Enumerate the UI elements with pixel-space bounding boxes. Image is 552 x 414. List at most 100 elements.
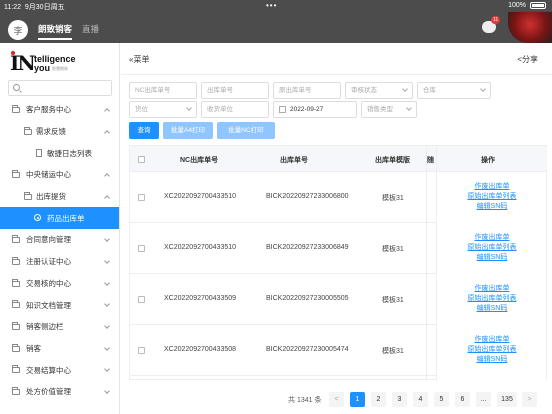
page-ellipsis[interactable]: ... [476, 392, 491, 407]
outbound-table: NC出库单号 出库单号 出库单模版 随 XC2022092700433510 B… [129, 145, 547, 381]
sidebar-item-knowledge-docs[interactable]: 知识文档管理 [0, 294, 119, 316]
original-outbound-list-link[interactable]: 原始出库单列表 [437, 294, 547, 304]
warehouse-select[interactable]: 仓库 [417, 82, 491, 99]
sidebar-item-demand-feedback[interactable]: 需求反馈 [0, 121, 119, 143]
batch-a4-print-button[interactable]: 批量A4打印 [163, 122, 213, 139]
sale-type-label: 销售类型 [367, 106, 393, 113]
chevron-down-icon [104, 366, 110, 373]
edit-sn-link[interactable]: 编辑SN码 [437, 253, 547, 263]
battery-percent: 100% [508, 2, 526, 9]
cell-nc-no: XC2022092700433510 [164, 244, 237, 251]
cell-outbound-no: BICK20220927230005474 [266, 346, 349, 353]
sidebar-item-central-storage[interactable]: 中央储运中心 [0, 164, 119, 186]
header-nc-no: NC出库单号 [180, 157, 219, 164]
status-dots: ••• [266, 1, 278, 10]
audit-status-select[interactable]: 审核状态 [345, 82, 413, 99]
chevron-up-icon [104, 129, 110, 136]
sidebar-item-drug-outbound[interactable]: 药品出库单 [0, 207, 119, 230]
date-value: 2022-09-27 [290, 106, 324, 113]
logo-line2: you [34, 63, 51, 73]
top-navigation-bar: 11:22 9月30日周五 ••• 100% 李 朗致销客 直播 11 [0, 0, 552, 43]
sidebar-item-label: 交易结算中心 [26, 365, 71, 375]
brand-logo [508, 12, 552, 43]
folder-icon [12, 321, 20, 330]
sidebar-item-label: 销客 [26, 343, 41, 353]
sidebar-item-registration[interactable]: 注册认证中心 [0, 251, 119, 273]
row-checkbox[interactable] [138, 347, 145, 354]
menu-toggle-button[interactable]: «菜单 [129, 54, 149, 65]
audit-status-label: 审核状态 [351, 87, 377, 94]
edit-sn-link[interactable]: 编辑SN码 [437, 304, 547, 314]
void-outbound-link[interactable]: 作废出库单 [437, 233, 547, 243]
chevron-down-icon [104, 323, 110, 329]
share-button[interactable]: <分享 [517, 54, 538, 65]
sidebar-item-outbound-pickup[interactable]: 出库提货 [0, 186, 119, 208]
cargo-position-select[interactable]: 货位 [129, 101, 197, 118]
sidebar-item-sales-sidebar[interactable]: 销客侧边栏 [0, 316, 119, 338]
sidebar-item-label: 客户服务中心 [26, 105, 71, 115]
chevron-down-icon [104, 279, 110, 286]
sidebar-item-sales[interactable]: 销客 [0, 338, 119, 360]
sidebar-item-customer-service[interactable]: 客户服务中心 [0, 99, 119, 121]
row-checkbox[interactable] [138, 245, 145, 252]
query-button[interactable]: 查询 [129, 122, 159, 139]
original-outbound-list-link[interactable]: 原始出库单列表 [437, 192, 547, 202]
sale-type-select[interactable]: 销售类型 [361, 101, 417, 118]
folder-icon [12, 278, 20, 287]
sidebar-item-transaction-verify[interactable]: 交易核的中心 [0, 273, 119, 295]
calendar-icon [279, 106, 286, 113]
sidebar-item-label: 需求反馈 [36, 127, 66, 137]
operations-column: 操作 作废出库单 原始出库单列表 编辑SN码 作废出库单 原始出库单列表 编辑S… [436, 146, 547, 381]
header-template: 出库单模版 [375, 157, 410, 164]
chevron-down-icon [104, 236, 110, 242]
sidebar-item-label: 出库提货 [36, 192, 66, 202]
chevron-down-icon [402, 86, 408, 92]
tab-langzhi-xiaoke[interactable]: 朗致销客 [38, 23, 73, 40]
sidebar-item-label: 交易核的中心 [26, 278, 71, 288]
warehouse-label: 仓库 [423, 87, 436, 94]
row-checkbox[interactable] [138, 296, 145, 303]
sidebar-item-label: 药品出库单 [47, 213, 85, 223]
original-outbound-list-link[interactable]: 原始出库单列表 [437, 243, 547, 253]
sidebar-item-label: 合同意向管理 [26, 235, 71, 245]
date-picker[interactable]: 2022-09-27 [273, 101, 357, 118]
sidebar-item-settlement[interactable]: 交易结算中心 [0, 359, 119, 381]
original-outbound-no-input[interactable]: 原出库单号 [273, 82, 341, 99]
next-page-button[interactable]: > [522, 392, 537, 407]
void-outbound-link[interactable]: 作废出库单 [437, 284, 547, 294]
sidebar-item-contract-intent[interactable]: 合同意向管理 [0, 229, 119, 251]
folder-icon [12, 170, 20, 179]
avatar[interactable]: 李 [8, 20, 28, 40]
void-outbound-link[interactable]: 作废出库单 [437, 335, 547, 345]
chevron-down-icon [104, 301, 110, 308]
edit-sn-link[interactable]: 编辑SN码 [437, 355, 547, 365]
prev-page-button[interactable]: < [329, 392, 344, 407]
page-2-button[interactable]: 2 [371, 392, 386, 407]
sidebar-menu: 客户服务中心 需求反馈 敏捷日志列表 中央储运中心 出库提货 药品出库单 合同意… [0, 99, 119, 403]
page-4-button[interactable]: 4 [413, 392, 428, 407]
batch-nc-print-button[interactable]: 批量NC打印 [217, 122, 275, 139]
chat-badge: 11 [491, 16, 501, 24]
page-1-button[interactable]: 1 [350, 392, 365, 407]
sidebar-search-input[interactable] [8, 80, 112, 96]
page-135-button[interactable]: 135 [497, 392, 517, 407]
row-checkbox[interactable] [138, 194, 145, 201]
cell-nc-no: XC2022092700433508 [164, 346, 237, 353]
outbound-no-input[interactable]: 出库单号 [201, 82, 269, 99]
select-all-checkbox[interactable] [138, 156, 145, 163]
page-3-button[interactable]: 3 [392, 392, 407, 407]
page-6-button[interactable]: 6 [455, 392, 470, 407]
void-outbound-link[interactable]: 作废出库单 [437, 182, 547, 192]
nc-outbound-no-input[interactable]: NC出库单号 [129, 82, 197, 99]
cell-nc-no: XC2022092700433509 [164, 295, 237, 302]
row-ops: 作废出库单 原始出库单列表 编辑SN码 [437, 233, 547, 263]
header-ops-cell: 操作 [437, 146, 547, 172]
page-5-button[interactable]: 5 [434, 392, 449, 407]
sidebar-item-agile-log[interactable]: 敏捷日志列表 [0, 142, 119, 164]
edit-sn-link[interactable]: 编辑SN码 [437, 202, 547, 212]
receipt-unit-input[interactable]: 收货单位 [201, 101, 269, 118]
folder-icon [12, 365, 20, 374]
original-outbound-list-link[interactable]: 原始出库单列表 [437, 345, 547, 355]
tab-live[interactable]: 直播 [82, 23, 99, 40]
row-ops: 作废出库单 原始出库单列表 编辑SN码 [437, 182, 547, 212]
